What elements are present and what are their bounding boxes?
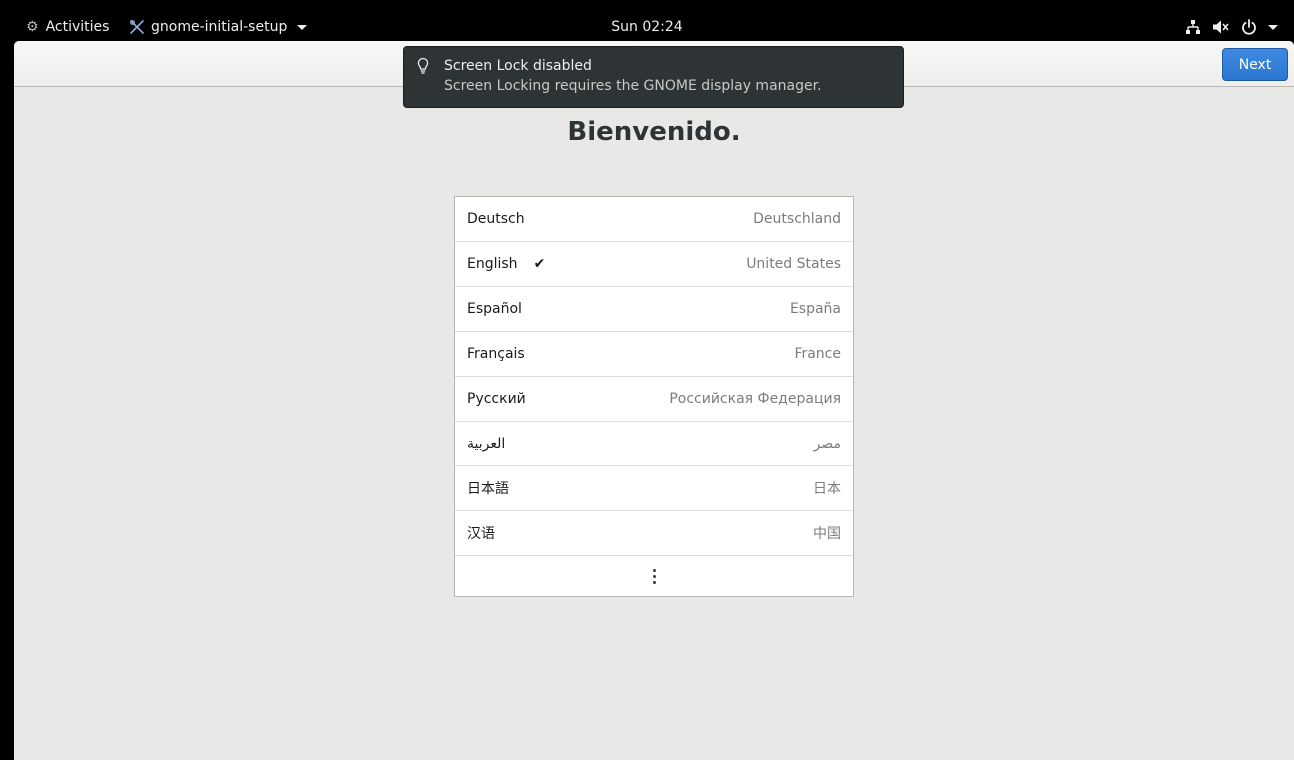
language-region: مصر [813, 435, 841, 452]
language-name: English [467, 256, 518, 272]
checkmark-icon: ✔ [533, 256, 546, 272]
language-name: Deutsch [467, 211, 525, 227]
lightbulb-icon [417, 57, 429, 74]
more-languages-button[interactable] [455, 556, 853, 596]
notification-body: Screen Locking requires the GNOME displa… [444, 78, 822, 94]
app-name: gnome-initial-setup [151, 19, 288, 35]
language-row-arabic[interactable]: العربية مصر [455, 422, 853, 466]
language-region: Российская Федерация [669, 391, 841, 407]
tools-icon [130, 20, 144, 34]
language-region: France [794, 346, 841, 362]
language-list[interactable]: Deutsch Deutschland English ✔ United Sta… [454, 196, 854, 597]
language-row-russian[interactable]: Русский Российская Федерация [455, 377, 853, 422]
language-region: United States [746, 256, 841, 272]
language-row-japanese[interactable]: 日本語 日本 [455, 466, 853, 511]
language-name: Español [467, 301, 522, 317]
language-name: 汉语 [467, 526, 495, 542]
language-row-english[interactable]: English ✔ United States [455, 242, 853, 287]
language-row-deutsch[interactable]: Deutsch Deutschland [455, 197, 853, 242]
top-bar: ⚙ Activities gnome-initial-setup Sun 02:… [0, 0, 1294, 41]
more-vertical-icon [652, 568, 656, 584]
notification-banner[interactable]: Screen Lock disabled Screen Locking requ… [403, 46, 904, 108]
activities-label: Activities [45, 19, 110, 35]
language-region: Deutschland [753, 211, 841, 227]
language-region: 日本 [813, 481, 841, 497]
status-menu-chevron-down-icon [1268, 24, 1278, 30]
power-icon [1242, 19, 1256, 35]
language-row-chinese[interactable]: 汉语 中国 [455, 511, 853, 556]
clock[interactable]: Sun 02:24 [611, 19, 682, 35]
next-button[interactable]: Next [1222, 48, 1288, 81]
initial-setup-window: Next Bienvenido. Deutsch Deutschland Eng… [14, 41, 1294, 760]
language-row-francais[interactable]: Français France [455, 332, 853, 377]
volume-muted-icon [1213, 20, 1229, 34]
notification-title: Screen Lock disabled [444, 58, 592, 74]
app-menu-chevron-down-icon [297, 24, 308, 30]
language-region: España [789, 301, 841, 317]
language-row-espanol[interactable]: Español España [455, 287, 853, 332]
page-title: Bienvenido. [567, 117, 741, 147]
language-name: Français [467, 346, 525, 362]
language-name: العربية [467, 435, 506, 452]
activities-gear-icon: ⚙ [26, 19, 39, 35]
network-wired-icon [1186, 20, 1200, 34]
language-name: 日本語 [467, 481, 509, 497]
language-region: 中国 [813, 526, 841, 542]
language-name: Русский [467, 391, 526, 407]
